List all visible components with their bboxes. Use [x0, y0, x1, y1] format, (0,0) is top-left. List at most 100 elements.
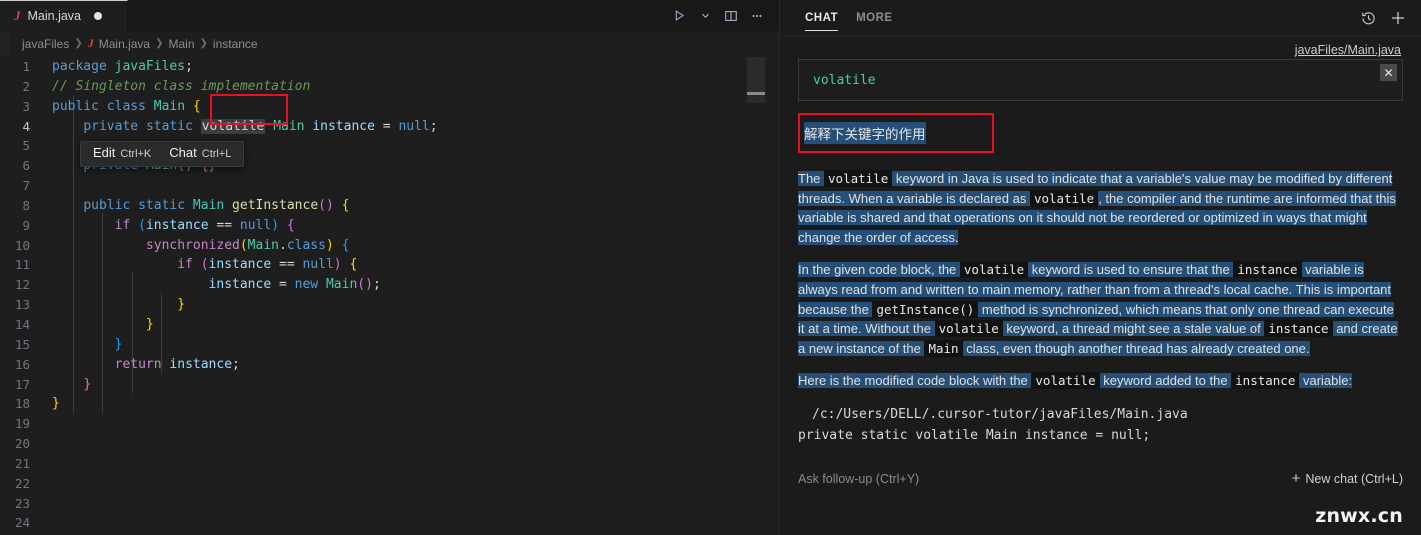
chat-footer: Ask follow-up (Ctrl+Y) + New chat (Ctrl+…	[780, 461, 1421, 535]
code-line: 16 return instance;	[0, 355, 779, 375]
history-icon[interactable]	[1357, 7, 1379, 29]
user-message-text: 解释下关键字的作用	[804, 121, 926, 144]
chevron-down-icon[interactable]	[693, 4, 717, 28]
popup-edit-label: Edit	[93, 145, 116, 161]
code-editor[interactable]: 1 package javaFiles; 2 // Singleton clas…	[0, 55, 779, 535]
inline-code: instance	[1264, 320, 1333, 338]
tab-more-label: MORE	[856, 12, 893, 24]
line-content	[52, 494, 779, 514]
breadcrumb-item-javafiles[interactable]: javaFiles	[22, 37, 69, 51]
code-line: 8 public static Main getInstance() {	[0, 196, 779, 216]
code-block-code: private static volatile Main instance = …	[798, 427, 1151, 443]
line-number: 11	[14, 257, 30, 273]
line-content: }	[83, 376, 92, 392]
text-run: variable:	[1299, 373, 1353, 389]
popup-chat-label: Chat	[169, 145, 197, 161]
line-number: 9	[22, 217, 30, 233]
line-number: 22	[14, 475, 30, 491]
code-line: 18 }	[0, 394, 779, 414]
assistant-paragraph-1: The volatile keyword in Java is used to …	[798, 169, 1403, 247]
line-number: 14	[14, 316, 30, 332]
popup-edit-action[interactable]: Edit Ctrl+K	[93, 143, 151, 165]
line-number: 15	[14, 336, 30, 352]
editor-tabbar-actions	[667, 0, 779, 31]
code-lines: 1 package javaFiles; 2 // Singleton clas…	[0, 57, 779, 535]
breadcrumb-item-main[interactable]: Main	[169, 37, 195, 51]
editor-tab-main-java[interactable]: J Main.java	[0, 0, 128, 31]
context-snippet-text: volatile	[813, 72, 876, 88]
new-chat-button[interactable]: + New chat (Ctrl+L)	[1292, 471, 1403, 486]
assistant-paragraph-3: Here is the modified code block with the…	[798, 371, 1403, 391]
assistant-code-block[interactable]: /c:/Users/DELL/.cursor-tutor/javaFiles/M…	[798, 404, 1403, 446]
inline-code: volatile	[934, 320, 1003, 338]
ask-follow-up-button[interactable]: Ask follow-up (Ctrl+Y)	[798, 472, 919, 486]
line-number: 20	[14, 436, 30, 452]
inline-code: instance	[1233, 261, 1302, 279]
line-number: 24	[14, 515, 30, 531]
tab-chat-label: CHAT	[805, 12, 839, 24]
tab-more[interactable]: MORE	[847, 0, 902, 36]
code-line: 13 }	[0, 295, 779, 315]
editor-vertical-scrollbar[interactable]	[765, 55, 779, 535]
chevron-right-icon: ❯	[155, 38, 164, 49]
edit-chat-popup[interactable]: Edit Ctrl+K Chat Ctrl+L	[80, 141, 245, 167]
plus-icon: +	[1291, 470, 1301, 487]
line-content	[52, 513, 779, 533]
line-content: instance = new Main();	[208, 277, 381, 293]
run-icon[interactable]	[667, 4, 691, 28]
text-run: keyword added to the	[1099, 373, 1232, 389]
tabbar-spacer	[128, 0, 667, 31]
editor-tabbar: J Main.java	[0, 0, 779, 32]
line-content: synchronized(Main.class) {	[145, 237, 350, 253]
inline-code: getInstance()	[872, 300, 979, 318]
line-content: }	[114, 336, 123, 352]
code-line: 4 private static volatile Main instance …	[0, 117, 779, 137]
line-number: 6	[22, 158, 30, 174]
line-number: 12	[14, 277, 30, 293]
code-line: 23	[0, 494, 779, 514]
line-content: }	[145, 316, 154, 332]
assistant-response: The volatile keyword in Java is used to …	[798, 169, 1403, 446]
minimap-current-line	[747, 92, 765, 95]
unsaved-indicator-dot[interactable]	[94, 12, 102, 20]
code-line: 10 synchronized(Main.class) {	[0, 236, 779, 256]
text-run: The	[798, 171, 825, 186]
line-number: 1	[22, 59, 30, 74]
line-content	[52, 454, 779, 474]
close-icon[interactable]: ✕	[1380, 64, 1397, 81]
line-number: 2	[22, 78, 30, 94]
context-snippet-box[interactable]: volatile ✕	[798, 59, 1403, 101]
line-content: private static volatile Main instance = …	[83, 118, 438, 134]
code-line: 3 public class Main {	[0, 97, 779, 117]
popup-edit-shortcut: Ctrl+K	[120, 148, 152, 161]
line-number: 13	[14, 297, 30, 313]
line-content: if (instance == null) {	[177, 257, 358, 273]
code-line: 24	[0, 513, 779, 533]
popup-chat-shortcut: Ctrl+L	[201, 148, 232, 161]
line-content	[52, 176, 779, 196]
code-line: 15 }	[0, 335, 779, 355]
line-number: 8	[22, 197, 30, 213]
more-actions-icon[interactable]	[745, 4, 769, 28]
code-line: 17 }	[0, 375, 779, 395]
tab-chat[interactable]: CHAT	[796, 0, 847, 36]
watermark: znwx.cn	[1315, 505, 1403, 527]
tab-label: Main.java	[27, 9, 82, 23]
line-number: 23	[14, 495, 30, 511]
java-file-icon: J	[14, 8, 21, 23]
breadcrumb-item-mainjava[interactable]: Main.java	[99, 37, 150, 51]
breadcrumb-item-instance[interactable]: instance	[213, 37, 258, 51]
split-editor-icon[interactable]	[719, 4, 743, 28]
code-line: 14 }	[0, 315, 779, 335]
popup-chat-action[interactable]: Chat Ctrl+L	[169, 143, 231, 165]
inline-code: volatile	[959, 261, 1029, 279]
ide-window: J Main.java javaFiles ❯ J Main.java ❯ Ma…	[0, 0, 1421, 535]
minimap[interactable]	[747, 55, 765, 535]
code-block-path: /c:/Users/DELL/.cursor-tutor/javaFiles/M…	[812, 406, 1188, 422]
java-file-icon: J	[87, 36, 94, 50]
line-content: public class Main {	[52, 98, 201, 114]
chat-body: javaFiles/Main.java volatile ✕ 解释下关键字的作用…	[780, 37, 1421, 461]
inline-code: Main	[924, 339, 963, 357]
context-file-link[interactable]: javaFiles/Main.java	[798, 37, 1403, 59]
plus-icon[interactable]	[1387, 7, 1409, 29]
